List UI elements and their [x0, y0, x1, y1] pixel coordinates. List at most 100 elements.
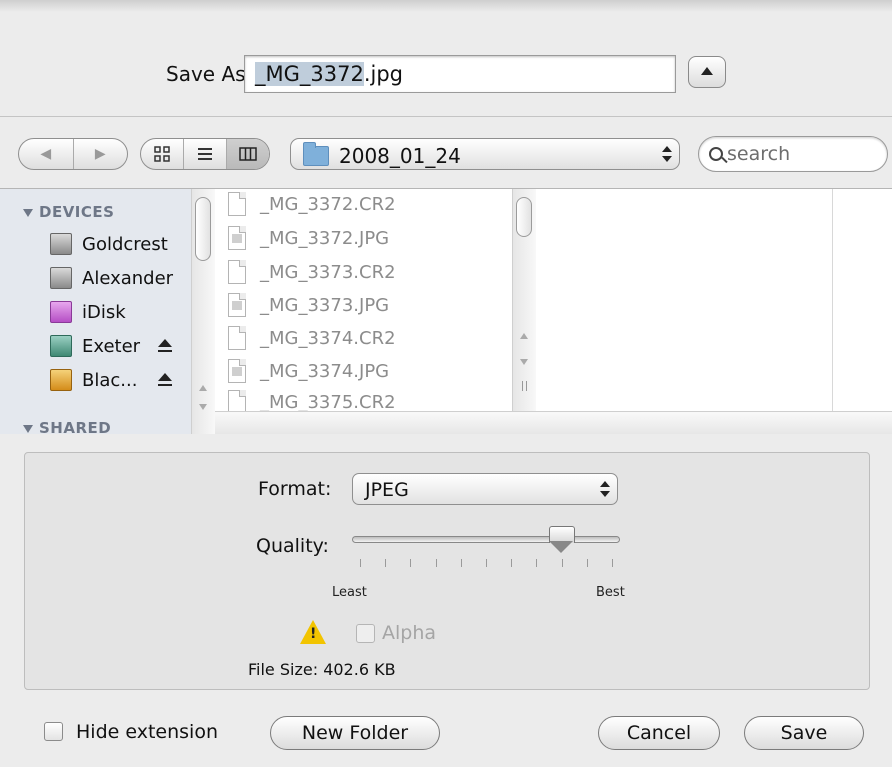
file-row[interactable]: _MG_3373.JPG [228, 290, 498, 320]
view-mode-control [140, 138, 270, 170]
forward-button[interactable]: ▶ [72, 139, 128, 169]
image-document-icon [228, 359, 246, 383]
slider-tick [486, 559, 487, 567]
file-browser: DEVICES Goldcrest Alexander iDisk Exeter… [0, 188, 892, 434]
divider [0, 116, 892, 117]
document-icon [228, 260, 246, 284]
folder-name: 2008_01_24 [339, 143, 461, 168]
collapse-dialog-button[interactable] [688, 56, 726, 88]
filename-extension-text: .jpg [363, 62, 404, 86]
hide-extension-checkbox[interactable] [44, 722, 63, 741]
icon-view-icon [154, 146, 170, 162]
file-name: _MG_3374.CR2 [260, 327, 396, 349]
folder-icon [303, 141, 329, 166]
file-row[interactable]: _MG_3373.CR2 [228, 257, 498, 287]
search-placeholder: search [727, 143, 791, 165]
image-document-icon [228, 226, 246, 250]
sidebar-header-devices[interactable]: DEVICES [23, 203, 114, 221]
sidebar-header-devices-label: DEVICES [39, 203, 115, 221]
search-icon [709, 147, 723, 161]
format-label: Format: [258, 478, 332, 500]
list-view-icon [198, 148, 212, 160]
back-forward-control: ◀ ▶ [18, 138, 128, 170]
column-resize-grip[interactable] [522, 381, 527, 391]
save-dialog: Save As: _MG_3372.jpg ◀ ▶ 2008_01_24 sea… [0, 0, 892, 767]
sidebar-item-label: Exeter [82, 335, 141, 357]
quality-slider-knob[interactable] [549, 526, 576, 554]
column-view-button[interactable] [226, 139, 269, 169]
new-folder-button[interactable]: New Folder [270, 716, 440, 750]
column-view-icon [239, 147, 257, 161]
sidebar-item-exeter[interactable]: Exeter [50, 331, 200, 361]
sidebar-item-goldcrest[interactable]: Goldcrest [50, 229, 200, 259]
scroll-down-arrow-icon[interactable] [520, 359, 528, 365]
sidebar-item-idisk[interactable]: iDisk [50, 297, 200, 327]
quality-slider[interactable] [352, 536, 620, 543]
slider-tick [586, 559, 588, 567]
slider-tick [511, 559, 513, 567]
file-row[interactable]: _MG_3372.CR2 [228, 189, 498, 219]
sidebar-item-alexander[interactable]: Alexander [50, 263, 200, 293]
eject-icon[interactable] [158, 339, 172, 353]
sidebar-scrollbar[interactable] [191, 189, 215, 434]
scroll-thumb[interactable] [516, 197, 532, 237]
sidebar: DEVICES Goldcrest Alexander iDisk Exeter… [0, 189, 215, 434]
slider-tick [561, 559, 563, 567]
quality-best-label: Best [596, 585, 625, 600]
slider-tick [536, 559, 538, 567]
slider-tick [612, 559, 613, 567]
popup-arrows-icon [599, 479, 611, 499]
file-name: _MG_3373.JPG [260, 294, 390, 316]
disclosure-triangle-icon [23, 208, 33, 217]
search-field[interactable]: search [698, 136, 888, 172]
folder-location-popup[interactable]: 2008_01_24 [290, 138, 680, 170]
file-row[interactable]: _MG_3374.JPG [228, 356, 498, 386]
slider-tick [460, 559, 462, 567]
document-icon [228, 326, 246, 350]
scroll-thumb[interactable] [195, 197, 211, 261]
format-popup[interactable]: JPEG [352, 473, 618, 505]
hide-extension-label: Hide extension [76, 721, 218, 743]
image-document-icon [228, 293, 246, 317]
eject-icon[interactable] [158, 373, 172, 387]
file-size-value: 402.6 KB [323, 660, 396, 679]
filename-input[interactable]: _MG_3372.jpg [244, 55, 676, 93]
hard-disk-icon [50, 233, 72, 255]
file-name: _MG_3372.JPG [260, 227, 390, 249]
slider-tick [410, 559, 412, 567]
save-button[interactable]: Save [744, 716, 864, 750]
filename-selected-text: _MG_3372 [255, 62, 364, 86]
sheet-shadow [0, 0, 892, 12]
horizontal-scrollbar[interactable] [215, 411, 892, 434]
slider-tick [360, 559, 361, 567]
time-machine-disk-icon [50, 335, 72, 357]
slider-tick [435, 559, 437, 567]
back-button[interactable]: ◀ [19, 139, 73, 169]
warning-icon: ! [300, 620, 326, 644]
icon-view-button[interactable] [141, 139, 183, 169]
sidebar-header-shared[interactable]: SHARED [23, 419, 111, 434]
alpha-checkbox[interactable] [356, 624, 375, 643]
save-as-label: Save As: [166, 62, 253, 86]
file-size-readout: File Size: 402.6 KB [248, 660, 396, 679]
file-row[interactable]: _MG_3374.CR2 [228, 323, 498, 353]
format-value: JPEG [365, 479, 409, 501]
popup-arrows-icon [661, 144, 673, 164]
slider-tick [385, 559, 387, 567]
sidebar-item-label: Goldcrest [82, 233, 168, 255]
sidebar-item-label: Alexander [82, 267, 174, 289]
external-disk-icon [50, 369, 72, 391]
sidebar-item-black-disk[interactable]: Blac... [50, 365, 200, 395]
quality-least-label: Least [332, 585, 367, 600]
file-name: _MG_3375.CR2 [260, 391, 396, 413]
list-view-button[interactable] [183, 139, 226, 169]
file-column-scrollbar[interactable] [512, 189, 536, 411]
sidebar-item-label: iDisk [82, 301, 126, 323]
file-row[interactable]: _MG_3372.JPG [228, 223, 498, 253]
scroll-up-arrow-icon[interactable] [520, 333, 528, 339]
scroll-down-arrow-icon[interactable] [199, 404, 207, 410]
idisk-icon [50, 301, 72, 323]
cancel-button[interactable]: Cancel [598, 716, 720, 750]
file-name: _MG_3373.CR2 [260, 261, 396, 283]
scroll-up-arrow-icon[interactable] [199, 385, 207, 391]
